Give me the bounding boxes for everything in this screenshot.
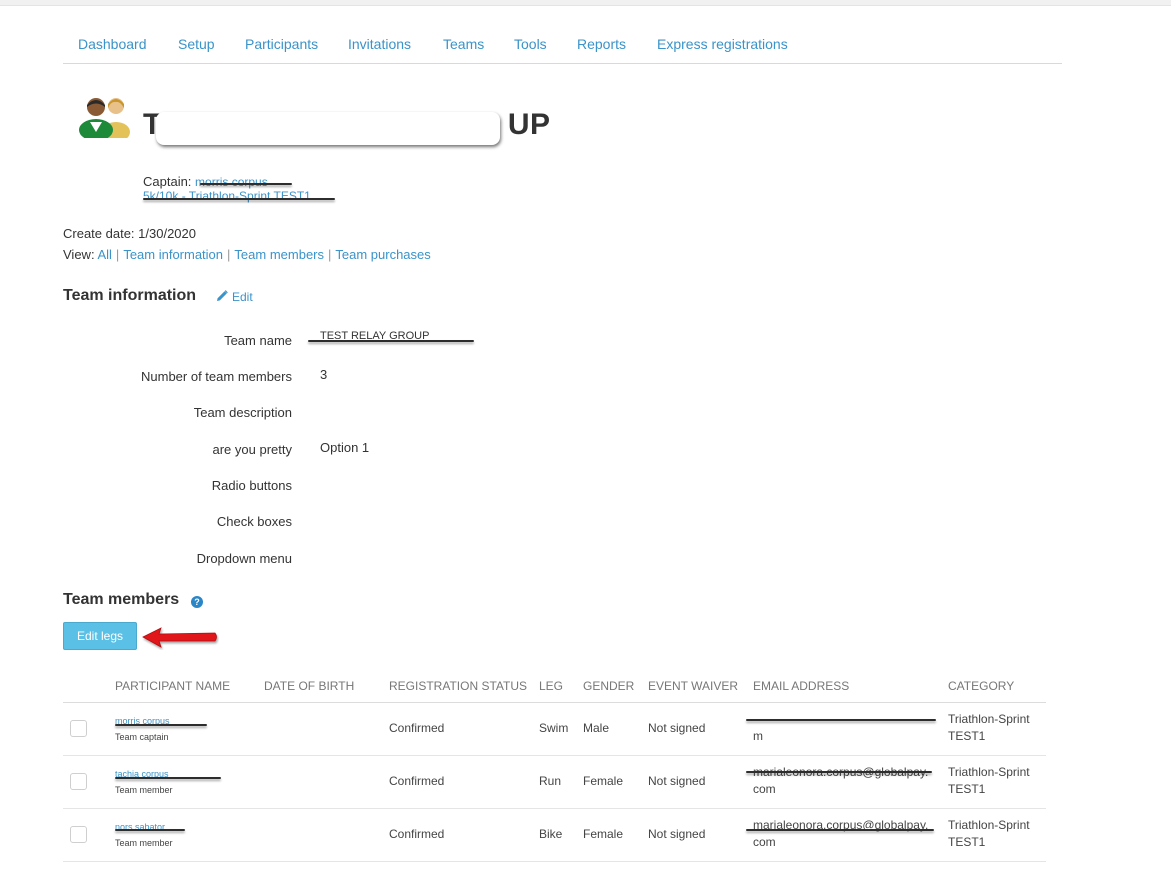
view-filter: View: All | Team information | Team members |… [63,247,431,262]
event-link[interactable]: 5k/10k - Triathlon-Sprint TEST1 [143,189,311,203]
view-team-information-link[interactable]: Team information [123,247,223,262]
browser-top-strip [0,0,1171,6]
nav-invitations[interactable]: Invitations [348,36,411,52]
redaction-line [746,719,936,721]
team-group-icon [79,98,130,138]
event-waiver-status: Not signed [648,827,706,841]
row-select-checkbox[interactable] [70,826,87,843]
info-label-team-name: Team name [224,333,292,348]
help-icon[interactable]: ? [191,596,203,608]
red-arrow-annotation [142,627,217,648]
team-information-heading: Team information [63,287,197,304]
edit-legs-button[interactable]: Edit legs [63,622,137,650]
event-waiver-status: Not signed [648,721,706,735]
nav-reports[interactable]: Reports [577,36,626,52]
redaction-line [200,183,292,185]
participant-leg: Bike [539,827,563,841]
column-header-email-address[interactable]: Email address [753,679,849,693]
participant-email: marialeonora.corpus@globalpay.com [753,765,928,796]
column-header-gender[interactable]: Gender [583,679,634,693]
participant-role: Team member [115,838,173,848]
column-header-category[interactable]: Category [948,679,1014,693]
column-header-participant-name[interactable]: Participant name [115,679,230,693]
column-header-registration-status[interactable]: Registration status [389,679,527,693]
redaction-line [746,829,934,831]
view-team-members-link[interactable]: Team members [234,247,324,262]
participant-category: Triathlon-Sprint TEST1 [948,712,1030,743]
participant-role: Team member [115,785,173,795]
registration-status: Confirmed [389,774,445,788]
participant-gender: Female [583,827,624,841]
redaction-line [115,724,207,726]
info-label-radio-buttons: Radio buttons [211,478,292,493]
edit-team-info-link[interactable]: Edit [216,290,253,304]
redaction-line [308,340,474,342]
team-members-heading: Team members [63,591,180,608]
column-header-date-of-birth[interactable]: Date of birth [264,679,354,693]
pencil-icon [217,290,228,301]
column-header-leg[interactable]: Leg [539,679,563,693]
info-label-member-count: Number of team members [141,369,292,384]
participant-gender: Male [583,721,610,735]
nav-participants[interactable]: Participants [245,36,318,52]
nav-setup[interactable]: Setup [178,36,215,52]
row-select-checkbox[interactable] [70,773,87,790]
redaction-line [746,771,932,773]
view-all-link[interactable]: All [97,247,111,262]
redaction-box [156,112,500,145]
participant-gender: Female [583,774,624,788]
info-value-are-you-pretty: Option 1 [320,440,370,455]
participant-category: Triathlon-Sprint TEST1 [948,818,1030,849]
view-team-purchases-link[interactable]: Team purchases [335,247,430,262]
team-captain: Captain: morris corpus [143,174,268,189]
nav-teams[interactable]: Teams [443,36,484,52]
nav-dashboard[interactable]: Dashboard [78,36,147,52]
participant-email: m [753,729,763,743]
participant-email: marialeonora.corpus@globalpay.com [753,818,929,849]
info-label-are-you-pretty: are you pretty [212,442,293,457]
participant-leg: Run [539,774,562,788]
row-select-checkbox[interactable] [70,720,87,737]
create-date: Create date: 1/30/2020 [63,226,196,241]
info-value-member-count: 3 [320,367,328,382]
participant-leg: Swim [539,721,569,735]
nav-tools[interactable]: Tools [514,36,547,52]
registration-status: Confirmed [389,721,445,735]
info-label-dropdown-menu: Dropdown menu [196,551,292,566]
event-waiver-status: Not signed [648,774,706,788]
column-header-event-waiver[interactable]: Event waiver [648,679,738,693]
captain-link[interactable]: morris corpus [195,175,268,189]
main-nav: Dashboard Setup Participants Invitations… [63,32,1062,64]
redaction-line [115,829,185,831]
info-label-description: Team description [193,405,292,420]
participant-category: Triathlon-Sprint TEST1 [948,765,1030,796]
redaction-line [143,198,335,200]
registration-status: Confirmed [389,827,445,841]
info-label-check-boxes: Check boxes [216,514,292,529]
participant-role: Team captain [115,732,169,742]
redaction-line [115,777,221,779]
nav-express-registrations[interactable]: Express registrations [657,36,788,52]
